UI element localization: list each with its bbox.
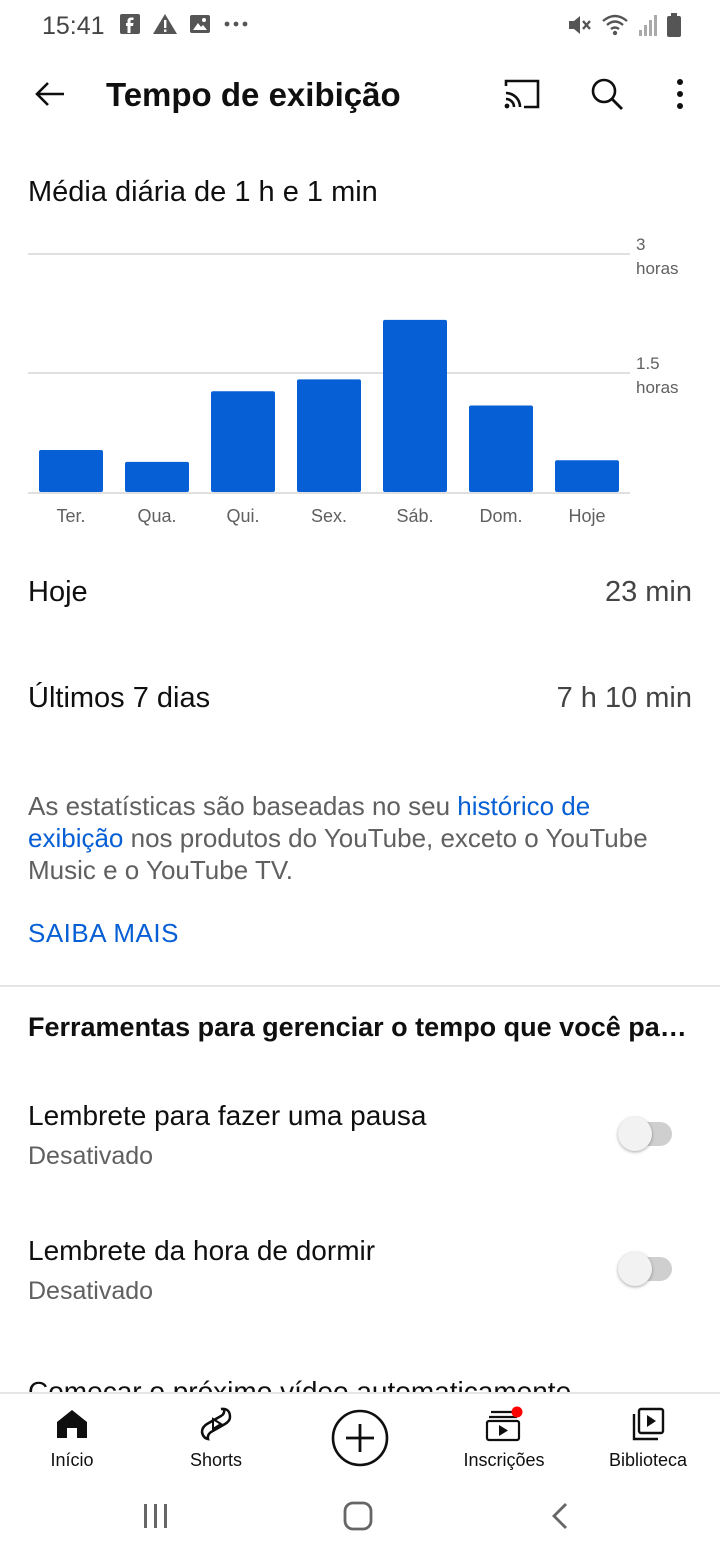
watch-time-chart: 3 horas 1.5 horas Ter. Qua. Qui. Sex. Sáb. Dom. Ho… (0, 228, 720, 538)
back-arrow-icon (32, 76, 68, 117)
nav-home-label: Início (50, 1450, 94, 1470)
cast-button[interactable] (498, 74, 546, 118)
home-icon (52, 1406, 92, 1442)
nav-home[interactable]: Início (0, 1394, 144, 1480)
week-row: Últimos 7 dias 7 h 10 min (28, 682, 692, 726)
break-reminder-setting[interactable]: Lembrete para fazer uma pausa Desativado (28, 1100, 692, 1190)
nav-shorts-label: Shorts (189, 1450, 243, 1470)
chart-category-label: Sex. (311, 506, 347, 526)
more-options-button[interactable] (660, 74, 700, 118)
watch-time-chart-svg: 3 horas 1.5 horas Ter. Qua. Qui. Sex. Sáb. Dom. Ho… (28, 235, 679, 526)
chart-y-tick-value: 3 (636, 235, 645, 254)
bedtime-reminder-setting[interactable]: Lembrete da hora de dormir Desativado (28, 1235, 692, 1325)
back-button[interactable] (28, 74, 72, 118)
chart-bar[interactable] (211, 391, 275, 492)
recent-apps-icon (141, 1502, 171, 1535)
image-icon (188, 12, 212, 41)
week-value: 7 h 10 min (556, 682, 692, 714)
bottom-navigation: Início Shorts Inscrições Biblioteca (0, 1392, 720, 1478)
today-label: Hoje (28, 576, 88, 608)
bedtime-reminder-status: Desativado (28, 1277, 154, 1305)
chart-y-tick-unit: horas (636, 259, 679, 278)
facebook-icon (118, 12, 142, 41)
today-value: 23 min (604, 576, 692, 608)
section-divider (0, 985, 720, 987)
nav-subscriptions[interactable]: Inscrições (432, 1394, 576, 1480)
status-time: 15:41 (42, 12, 105, 40)
alert-icon (152, 12, 178, 41)
chart-category-label: Dom. (479, 506, 522, 526)
chart-bar[interactable] (297, 379, 361, 492)
search-button[interactable] (584, 74, 630, 118)
shorts-icon (196, 1406, 236, 1442)
system-navigation-bar (0, 1478, 720, 1560)
subscriptions-icon (484, 1406, 524, 1442)
nav-library[interactable]: Biblioteca (576, 1394, 720, 1480)
chart-category-label: Qui. (226, 506, 259, 526)
signal-icon (638, 12, 658, 43)
stats-info-text: As estatísticas são baseadas no seu hist… (28, 790, 692, 886)
break-reminder-toggle[interactable] (616, 1116, 674, 1152)
mute-icon (566, 12, 592, 43)
tools-heading: Ferramentas para gerenciar o tempo que v… (28, 1012, 688, 1042)
chart-bar[interactable] (469, 405, 533, 492)
cast-icon (502, 77, 542, 116)
more-vert-icon (675, 78, 685, 115)
today-row: Hoje 23 min (28, 576, 692, 620)
recent-apps-button[interactable] (136, 1500, 176, 1536)
create-icon (331, 1409, 389, 1471)
chart-bar[interactable] (39, 449, 103, 492)
chart-category-label: Sáb. (396, 506, 433, 526)
nav-library-label: Biblioteca (608, 1450, 688, 1470)
autoplay-setting-title[interactable]: Começar o próximo vídeo automaticamente (28, 1372, 571, 1392)
chart-y-tick-unit: horas (636, 378, 679, 397)
page-title: Tempo de exibição (106, 76, 401, 113)
week-label: Últimos 7 dias (28, 682, 211, 714)
status-bar: 15:41 (0, 0, 720, 56)
home-square-icon (342, 1500, 374, 1537)
chart-y-tick-value: 1.5 (636, 354, 660, 373)
daily-average: Média diária de 1 h e 1 min (28, 176, 378, 208)
chart-bar[interactable] (383, 319, 447, 492)
chart-category-label: Hoje (568, 506, 605, 526)
chart-category-label: Qua. (137, 506, 176, 526)
chart-bar[interactable] (555, 460, 619, 492)
info-text-before: As estatísticas são baseadas no seu (28, 791, 458, 821)
create-button[interactable] (331, 1409, 389, 1467)
search-icon (589, 76, 625, 117)
battery-icon (666, 12, 682, 43)
back-system-button[interactable] (540, 1500, 580, 1536)
nav-shorts[interactable]: Shorts (144, 1394, 288, 1480)
more-dots-icon (222, 12, 250, 41)
learn-more-link[interactable]: SAIBA MAIS (28, 918, 179, 949)
library-icon (628, 1406, 668, 1442)
bedtime-reminder-title: Lembrete da hora de dormir (28, 1235, 376, 1266)
chevron-left-icon (548, 1501, 572, 1536)
bedtime-reminder-toggle[interactable] (616, 1251, 674, 1287)
wifi-icon (600, 12, 630, 43)
break-reminder-title: Lembrete para fazer uma pausa (28, 1100, 427, 1131)
app-bar: Tempo de exibição (0, 56, 720, 136)
chart-category-label: Ter. (56, 506, 85, 526)
chart-bar[interactable] (125, 461, 189, 492)
nav-subscriptions-label: Inscrições (463, 1450, 545, 1470)
break-reminder-status: Desativado (28, 1142, 154, 1170)
home-system-button[interactable] (338, 1500, 378, 1536)
